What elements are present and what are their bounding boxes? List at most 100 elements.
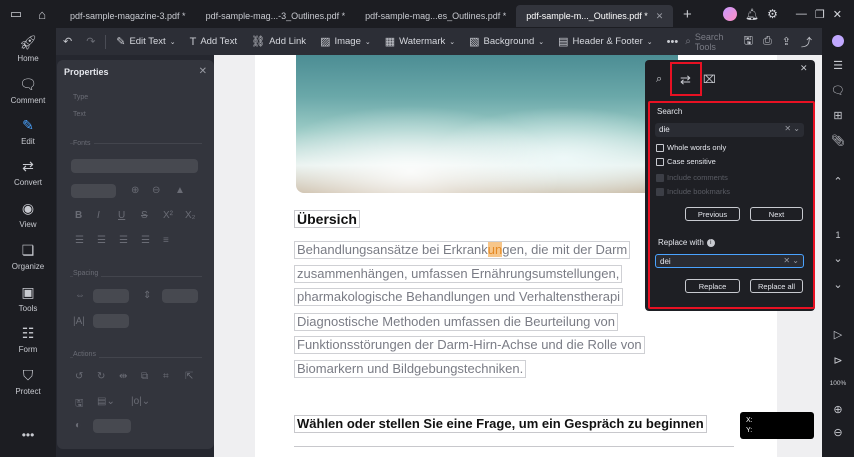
bell-icon[interactable]: 🔔︎: [745, 8, 759, 21]
hand-tool-icon[interactable]: ⊳: [822, 354, 854, 367]
page-number[interactable]: 1: [822, 230, 854, 240]
ai-assistant-icon[interactable]: [822, 35, 854, 50]
comments-icon[interactable]: 🗨︎: [822, 84, 854, 97]
tab-document-4[interactable]: pdf-sample-m..._Outlines.pdf * ✕: [516, 5, 674, 27]
more-icon[interactable]: •••: [0, 428, 56, 442]
select-tool-icon[interactable]: ▷: [822, 328, 854, 341]
nav-form[interactable]: ☷ Form: [0, 325, 56, 354]
image-button[interactable]: ▨ Image ⌄: [313, 28, 378, 55]
close-tab-icon[interactable]: ✕: [656, 11, 664, 22]
replace-with-text: Replace with: [658, 238, 704, 247]
clear-replace-icon[interactable]: ✕ ⌄: [783, 256, 799, 265]
italic-icon: I: [97, 210, 100, 221]
zoom-level[interactable]: 100%: [822, 380, 854, 387]
text-line-5[interactable]: Funktionsstörungen der Darm-Hirn-Achse u…: [294, 336, 645, 354]
nav-label: Protect: [15, 387, 41, 396]
nav-home[interactable]: 🚀︎ Home: [0, 34, 56, 63]
right-sidebar: ☰ 🗨︎ ⊞ 📎︎ ⌃ 1 ⌄ ⌄ ▷ ⊳ 100% ⊕ ⊖: [822, 28, 854, 457]
text-line-1[interactable]: Behandlungsansätze bei Erkrankungen, die…: [294, 241, 631, 259]
attachment-icon[interactable]: 📎︎: [822, 134, 854, 147]
search-tools-input[interactable]: ⌕ Search Tools: [685, 32, 743, 52]
last-page-icon[interactable]: ⌄: [822, 278, 854, 291]
tab-document-2[interactable]: pdf-sample-mag...-3_Outlines.pdf *: [196, 5, 356, 27]
chevron-down-icon: ⌄: [646, 38, 653, 46]
undo-icon[interactable]: ↶: [56, 28, 79, 55]
print-icon[interactable]: ⎙: [763, 35, 772, 48]
restore-window-icon[interactable]: ❐: [815, 8, 825, 21]
share-icon[interactable]: ⤴: [801, 34, 812, 50]
add-text-button[interactable]: T Add Text: [183, 28, 245, 55]
form-icon: ☷: [21, 325, 35, 341]
search-icon: ⌕: [685, 36, 691, 47]
header-footer-button[interactable]: ▤ Header & Footer ⌄: [551, 28, 660, 55]
home-icon[interactable]: ⌂: [32, 4, 52, 24]
tab-label: pdf-sample-mag...es_Outlines.pdf *: [365, 11, 507, 21]
underline-icon: U: [118, 210, 126, 221]
menu-icon[interactable]: ▭: [6, 4, 26, 24]
include-bookmarks-checkbox: Include bookmarks: [656, 187, 730, 196]
save-icon[interactable]: 🖫︎: [744, 32, 753, 51]
replace-input[interactable]: dei ✕ ⌄: [655, 254, 804, 268]
replace-with-label: Replace with i: [658, 238, 715, 247]
more-tools-icon[interactable]: •••: [660, 28, 686, 55]
text-line-6[interactable]: Biomarkern und Bildgebungstechniken.: [294, 360, 527, 378]
text-line-2[interactable]: zusammenhängen, umfassen Ernährungsumste…: [294, 265, 623, 283]
background-button[interactable]: ▧ Background ⌄: [462, 28, 551, 55]
text-line-4[interactable]: Diagnostische Methoden umfassen die Beur…: [294, 313, 618, 331]
nav-edit[interactable]: ✎ Edit: [0, 117, 56, 146]
avatar[interactable]: [723, 7, 738, 21]
tab-document-1[interactable]: pdf-sample-magazine-3.pdf *: [60, 5, 196, 27]
edit-text-button[interactable]: ✎ Edit Text ⌄: [109, 28, 182, 55]
previous-button[interactable]: Previous: [685, 207, 740, 221]
find-page-icon[interactable]: ⌧: [703, 73, 716, 86]
clear-search-icon[interactable]: ✕ ⌄: [784, 124, 800, 133]
opacity-input: [93, 419, 131, 433]
case-sensitive-checkbox[interactable]: Case sensitive: [656, 157, 716, 166]
info-icon[interactable]: i: [706, 238, 715, 247]
scale-icon: |A|: [73, 316, 85, 327]
page-down-icon[interactable]: ⌄: [822, 252, 854, 265]
zoom-in-icon[interactable]: ⊕: [822, 403, 854, 416]
line-height-icon: ⇕: [143, 290, 152, 301]
nav-label: Edit: [21, 137, 35, 146]
replace-all-button[interactable]: Replace all: [750, 279, 803, 293]
watermark-button[interactable]: ▦ Watermark ⌄: [378, 28, 462, 55]
section-heading[interactable]: Übersich: [294, 210, 360, 228]
nav-view[interactable]: ◉ View: [0, 200, 56, 229]
new-tab-icon[interactable]: +: [677, 4, 697, 24]
nav-protect[interactable]: ⛉ Protect: [0, 367, 56, 396]
close-icon[interactable]: ✕: [800, 63, 808, 74]
close-icon[interactable]: ✕: [199, 66, 207, 77]
thumbnails-icon[interactable]: ⊞: [822, 109, 854, 122]
close-window-icon[interactable]: ✕: [833, 8, 842, 21]
add-link-button[interactable]: ⛓ Add Link: [244, 28, 313, 55]
whole-words-checkbox[interactable]: Whole words only: [656, 143, 726, 152]
minimize-window-icon[interactable]: —: [796, 8, 807, 20]
search-input[interactable]: die ✕ ⌄: [655, 123, 804, 137]
left-navigation: 🚀︎ Home 🗨︎ Comment ✎ Edit ⇄ Convert ◉ Vi…: [0, 28, 56, 457]
upload-icon[interactable]: ⇪: [782, 35, 791, 48]
search-icon[interactable]: ⌕: [656, 73, 662, 86]
include-comments-label: Include comments: [667, 173, 728, 182]
nav-comment[interactable]: 🗨︎ Comment: [0, 76, 56, 105]
gear-icon[interactable]: ⚙: [767, 7, 778, 21]
page-up-icon[interactable]: ⌃: [822, 175, 854, 188]
edit-text-icon: ✎: [116, 36, 126, 48]
watermark-icon: ▦: [384, 36, 396, 48]
ocean-wave-image[interactable]: [296, 55, 678, 193]
replace-button[interactable]: Replace: [685, 279, 740, 293]
background-label: Background: [483, 36, 535, 47]
text-line-3[interactable]: pharmakologische Behandlungen und Verhal…: [294, 288, 624, 306]
nav-tools[interactable]: ▣ Tools: [0, 284, 56, 313]
chevron-down-icon: ⌄: [538, 38, 545, 46]
next-button[interactable]: Next: [750, 207, 803, 221]
nav-convert[interactable]: ⇄ Convert: [0, 158, 56, 187]
replace-image-icon: ⧉: [141, 371, 149, 382]
properties-icon[interactable]: ☰: [822, 59, 854, 72]
nav-organize[interactable]: ❏ Organize: [0, 242, 56, 271]
tab-document-3[interactable]: pdf-sample-mag...es_Outlines.pdf *: [355, 5, 516, 27]
chat-prompt-heading[interactable]: Wählen oder stellen Sie eine Frage, um e…: [294, 415, 707, 433]
redo-icon[interactable]: ↷: [79, 28, 102, 55]
zoom-out-icon[interactable]: ⊖: [822, 426, 854, 439]
shield-icon: ⛉: [22, 367, 34, 383]
